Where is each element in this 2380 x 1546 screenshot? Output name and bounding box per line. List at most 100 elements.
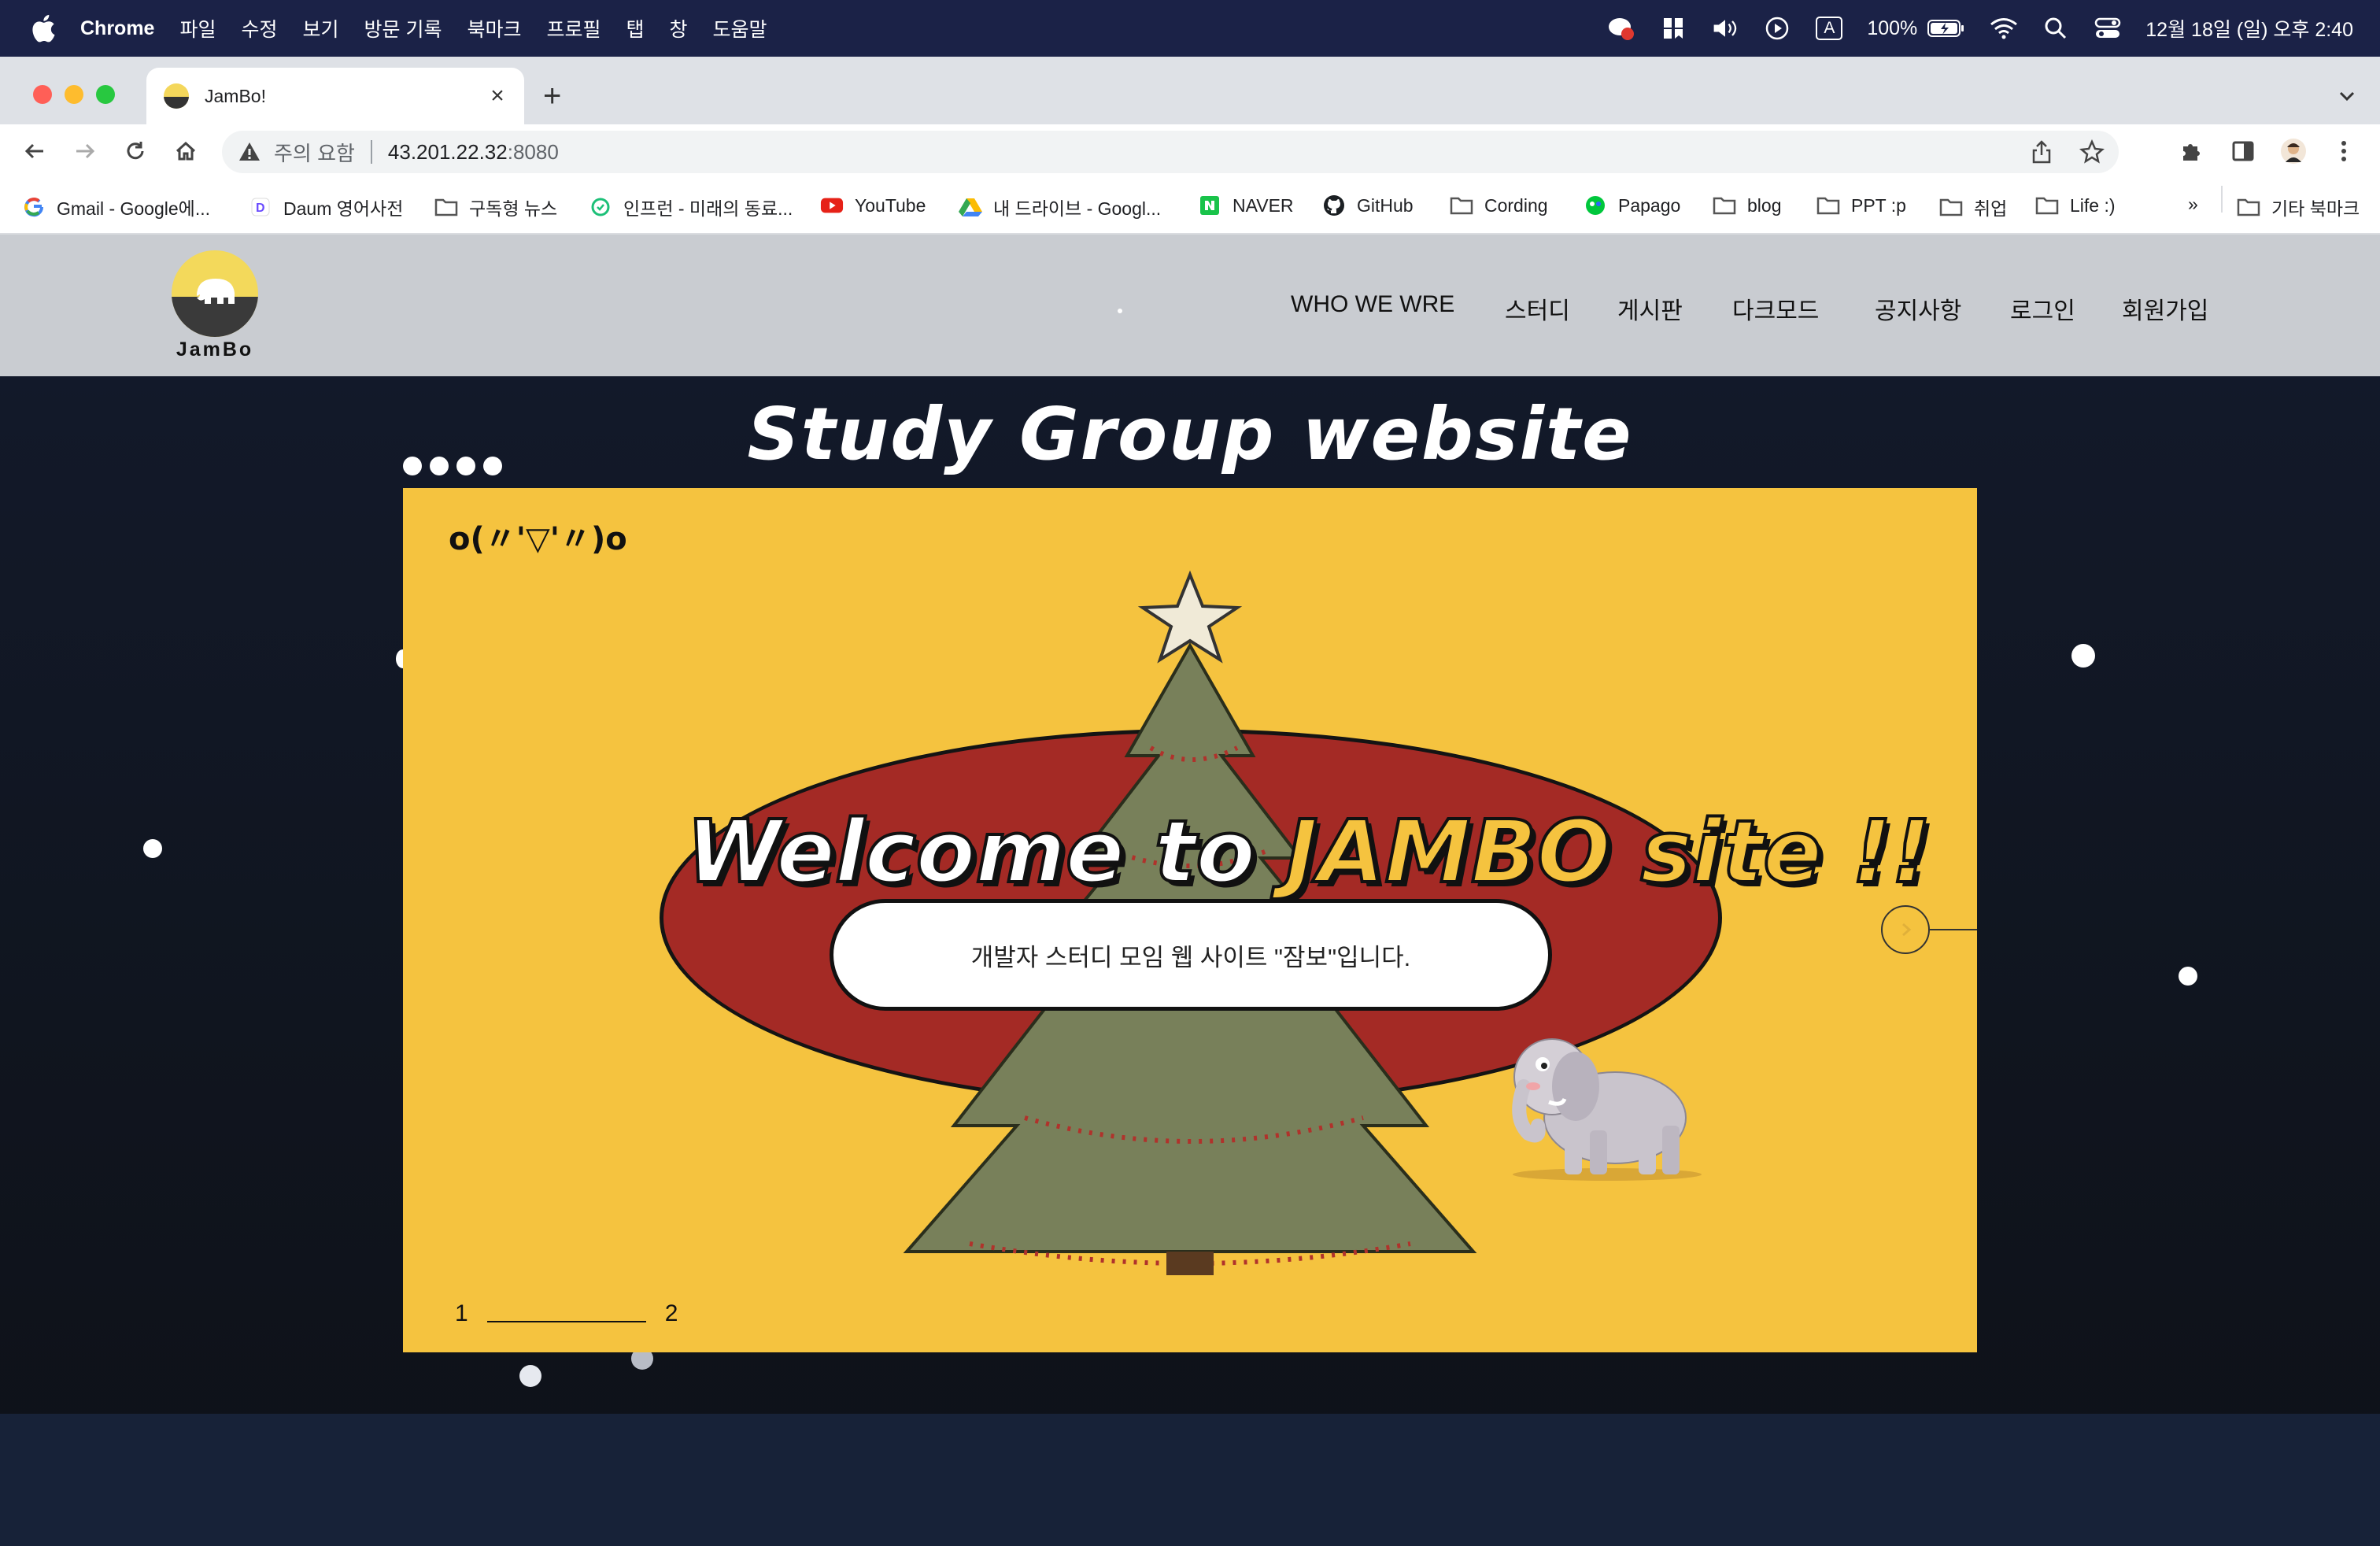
bookmark-label: 내 드라이브 - Googl...: [993, 198, 1162, 219]
nav-board[interactable]: 게시판: [1617, 291, 1683, 326]
window-zoom-button[interactable]: [96, 85, 115, 104]
nav-signup[interactable]: 회원가입: [2122, 291, 2208, 326]
apple-icon[interactable]: [28, 13, 57, 44]
browser-window: JamBo! × + 주의 요함 43.201.22.32:8080 Gmail…: [0, 57, 2380, 235]
menu-file[interactable]: 파일: [179, 14, 216, 43]
wifi-icon[interactable]: [1990, 14, 2018, 43]
nav-notice[interactable]: 공지사항: [1875, 291, 1961, 326]
tab-favicon-icon: [164, 83, 189, 109]
slide-dot[interactable]: [483, 457, 502, 475]
share-icon[interactable]: [2026, 136, 2057, 168]
site-footer: [0, 1414, 2380, 1546]
svg-text:D: D: [256, 202, 265, 215]
slide-next-line: [1930, 929, 1977, 930]
bookmark-gmail[interactable]: Gmail - Google에...: [22, 194, 210, 220]
battery-percent: 100%: [1867, 17, 1918, 39]
battery-icon[interactable]: [1927, 14, 1966, 43]
hero-slide: o(〃'▽'〃)o Welcome to JAMBO site !! 개발자 스…: [403, 488, 1977, 1352]
bookmark-folder-life[interactable]: Life :): [2035, 194, 2116, 217]
elephant-illustration: [1512, 1038, 1702, 1181]
menubar-clock[interactable]: 12월 18일 (일) 오후 2:40: [2145, 14, 2353, 43]
play-icon[interactable]: [1763, 14, 1791, 43]
slide-dot[interactable]: [456, 457, 475, 475]
slide-dot[interactable]: [403, 457, 422, 475]
home-button[interactable]: [170, 135, 201, 167]
url-host: 43.201.22.32: [387, 139, 508, 164]
window-minimize-button[interactable]: [65, 85, 83, 104]
site-logo[interactable]: JamBo: [168, 250, 261, 361]
volume-icon[interactable]: [1711, 14, 1739, 43]
bookmarks-overflow-button[interactable]: »: [2188, 194, 2198, 215]
bookmark-google-drive[interactable]: 내 드라이브 - Googl...: [959, 194, 1161, 220]
menu-edit[interactable]: 수정: [241, 14, 277, 43]
menubar-app-name[interactable]: Chrome: [80, 17, 154, 40]
extensions-puzzle-icon[interactable]: [2177, 135, 2208, 167]
tab-close-icon[interactable]: ×: [486, 84, 508, 108]
bookmark-folder-cording[interactable]: Cording: [1450, 194, 1548, 217]
control-center-icon[interactable]: [2094, 14, 2122, 43]
back-button[interactable]: [19, 135, 50, 167]
menu-history[interactable]: 방문 기록: [364, 14, 442, 43]
bookmark-label: PPT :p: [1851, 194, 1906, 216]
bookmark-daum[interactable]: D Daum 영어사전: [249, 194, 403, 220]
window-close-button[interactable]: [33, 85, 52, 104]
drive-icon: [959, 195, 982, 219]
bookmark-youtube[interactable]: YouTube: [820, 194, 926, 217]
bookmark-naver[interactable]: NAVER: [1198, 194, 1294, 217]
menu-window[interactable]: 창: [670, 14, 688, 43]
inflearn-icon: [589, 195, 612, 219]
bookmark-label: 인프런 - 미래의 동료...: [623, 198, 793, 219]
bookmark-star-icon[interactable]: [2076, 136, 2108, 168]
nav-dark-mode[interactable]: 다크모드: [1732, 291, 1819, 326]
bookmark-papago[interactable]: Papago: [1584, 194, 1680, 217]
side-panel-icon[interactable]: [2227, 135, 2259, 167]
folder-icon: [434, 195, 458, 219]
url-port: :8080: [507, 139, 559, 164]
new-tab-button[interactable]: +: [543, 80, 561, 112]
slide-dot[interactable]: [430, 457, 449, 475]
forward-button[interactable]: [69, 135, 101, 167]
bookmark-folder-ppt[interactable]: PPT :p: [1816, 194, 1906, 217]
slide-emoticon: o(〃'▽'〃)o: [449, 521, 627, 557]
snowflake: [2179, 967, 2197, 986]
input-source-indicator[interactable]: A: [1815, 14, 1843, 43]
folder-icon: [2035, 194, 2059, 217]
profile-avatar[interactable]: [2278, 135, 2309, 167]
bookmark-label: blog: [1747, 194, 1782, 216]
elephant-logo-icon: [172, 250, 258, 337]
bookmark-github[interactable]: GitHub: [1322, 194, 1414, 217]
menu-help[interactable]: 도움말: [713, 14, 767, 43]
not-secure-warning-icon[interactable]: [238, 140, 261, 164]
menu-profile[interactable]: 프로필: [546, 14, 601, 43]
slide-subtitle-pill: 개발자 스터디 모임 웹 사이트 "잠보"입니다.: [830, 899, 1552, 1011]
bookmark-folder-blog[interactable]: blog: [1713, 194, 1781, 217]
bookmark-label: Daum 영어사전: [283, 198, 404, 219]
nav-who-we-are[interactable]: WHO WE WRE: [1291, 291, 1454, 318]
address-bar[interactable]: 주의 요함 43.201.22.32:8080: [222, 131, 2119, 173]
hero-title: Study Group website: [747, 392, 1633, 476]
nav-study[interactable]: 스터디: [1505, 291, 1570, 326]
nav-login[interactable]: 로그인: [2010, 291, 2075, 326]
browser-tab-active[interactable]: JamBo! ×: [146, 68, 524, 124]
bookmark-folder-job[interactable]: 취업: [1939, 194, 2007, 220]
spotlight-search-icon[interactable]: [2042, 14, 2070, 43]
security-status-text[interactable]: 주의 요함: [274, 138, 355, 167]
bookmark-inflearn[interactable]: 인프런 - 미래의 동료...: [589, 194, 793, 220]
tab-search-chevron-icon[interactable]: [2336, 85, 2358, 107]
bookmark-folder-news[interactable]: 구독형 뉴스: [434, 194, 557, 220]
chrome-menu-kebab-icon[interactable]: [2328, 135, 2360, 167]
pager-start: 1: [455, 1300, 468, 1326]
slide-next-button[interactable]: [1881, 905, 1930, 954]
bookmark-label: Life :): [2070, 194, 2116, 216]
snowflake: [2071, 644, 2095, 668]
chat-notification-icon[interactable]: [1607, 14, 1635, 43]
menu-tab[interactable]: 탭: [626, 14, 645, 43]
menu-view[interactable]: 보기: [303, 14, 339, 43]
bookmark-label: Gmail - Google에...: [57, 198, 210, 219]
menu-bookmarks[interactable]: 북마크: [467, 14, 521, 43]
tab-strip: JamBo! × +: [0, 57, 2380, 124]
site-header: JamBo WHO WE WRE 스터디 게시판 다크모드 공지사항 로그인 회…: [0, 235, 2380, 376]
reload-button[interactable]: [120, 135, 151, 167]
bookmark-app-icon[interactable]: [1659, 14, 1687, 43]
bookmark-other-folder[interactable]: 기타 북마크: [2237, 194, 2360, 220]
